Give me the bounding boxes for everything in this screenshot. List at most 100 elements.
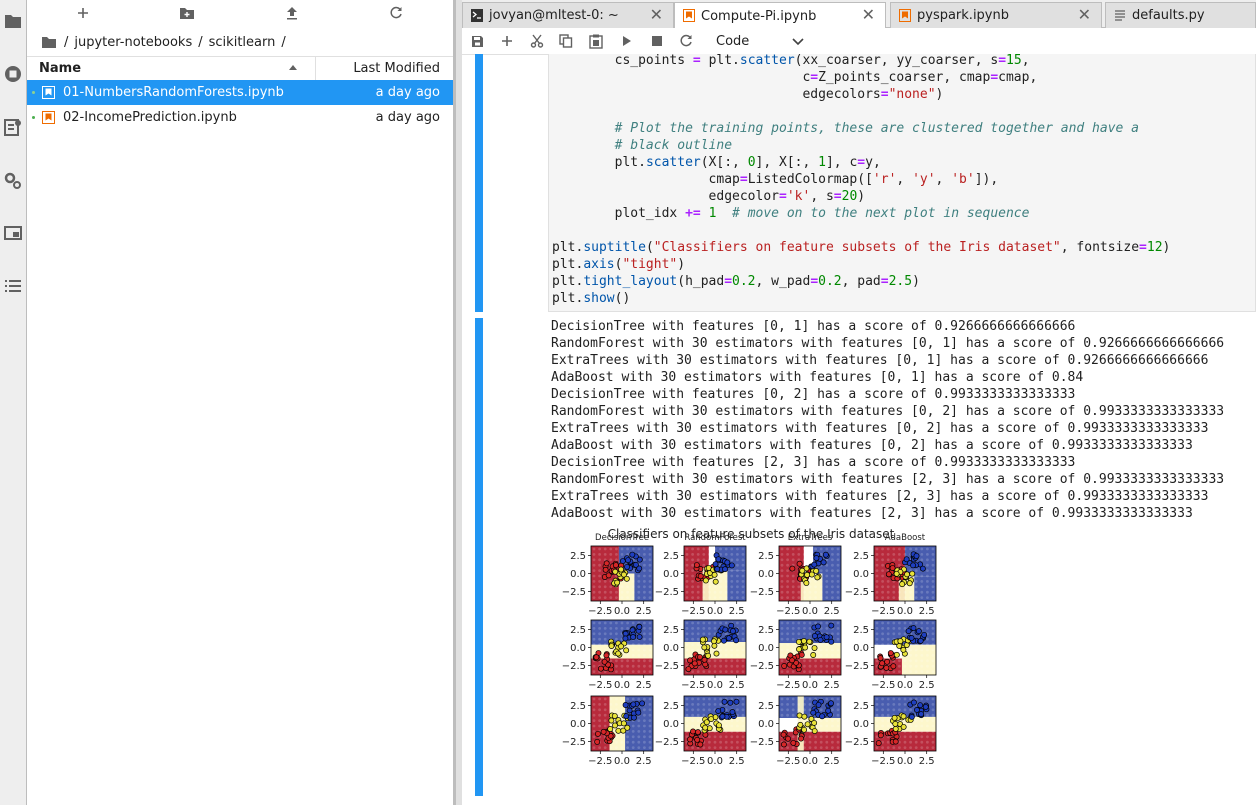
grid-point — [825, 590, 829, 594]
grid-point — [909, 621, 912, 625]
grid-point — [831, 574, 834, 578]
folder-icon[interactable] — [0, 8, 26, 34]
cut-button[interactable] — [527, 32, 547, 50]
training-point — [594, 730, 601, 737]
grid-point — [637, 648, 641, 652]
grid-point — [780, 621, 784, 625]
grid-point — [643, 670, 646, 673]
grid-point — [637, 654, 641, 657]
grid-point — [598, 621, 601, 625]
tab-compute-pi[interactable]: Compute-Pi.ipynb ✕ — [674, 2, 886, 29]
grid-point — [819, 730, 823, 733]
cell-collapser[interactable] — [475, 54, 483, 312]
code-editor[interactable]: cs_points = plt.scatter(xx_coarser, yy_c… — [548, 53, 1256, 312]
grid-point — [875, 621, 879, 625]
close-icon[interactable]: ✕ — [650, 7, 663, 23]
tab-pyspark[interactable]: pyspark.ipynb ✕ — [890, 2, 1102, 28]
grid-point — [736, 708, 739, 712]
copy-button[interactable] — [556, 32, 576, 50]
tab-defaults[interactable]: defaults.py — [1105, 2, 1256, 28]
grid-point — [730, 719, 734, 722]
folder-icon[interactable] — [41, 36, 57, 49]
x-tick-label: 0.0 — [614, 680, 630, 691]
grid-point — [626, 590, 629, 594]
grid-point — [875, 553, 879, 556]
paste-button[interactable] — [586, 32, 606, 50]
grid-point — [808, 708, 812, 712]
grid-point — [836, 659, 840, 663]
file-name: 02-IncomePrediction.ipynb — [63, 110, 237, 125]
new-launcher-button[interactable] — [68, 4, 98, 22]
grid-point — [875, 632, 879, 636]
grid-point — [931, 590, 935, 594]
grid-point — [615, 637, 618, 641]
training-point — [687, 657, 693, 664]
sort-asc-icon[interactable] — [288, 64, 298, 71]
decision-region — [901, 644, 936, 675]
tabs-icon[interactable] — [0, 220, 26, 246]
grid-point — [631, 590, 635, 594]
file-row[interactable]: 01-NumbersRandomForests.ipynb a day ago — [27, 80, 453, 105]
training-point — [702, 577, 709, 584]
running-icon[interactable] — [0, 61, 26, 87]
grid-point — [592, 632, 596, 636]
upload-button[interactable] — [277, 4, 307, 22]
restart-button[interactable] — [676, 32, 696, 50]
grid-point — [791, 724, 795, 728]
grid-point — [615, 746, 618, 749]
breadcrumb-jupyter-notebooks[interactable]: jupyter-notebooks — [74, 35, 192, 50]
stop-button[interactable] — [647, 32, 667, 50]
grid-point — [886, 627, 890, 630]
grid-point — [648, 574, 652, 578]
commands-icon[interactable] — [0, 114, 26, 140]
cell-type-select[interactable]: Code — [716, 31, 808, 51]
grid-point — [603, 621, 607, 625]
grid-point — [797, 585, 801, 589]
grid-point — [691, 648, 694, 652]
grid-point — [909, 659, 912, 663]
grid-point — [920, 659, 924, 663]
refresh-button[interactable] — [381, 4, 411, 22]
main-area: jovyan@mltest-0: ~ ✕ Compute-Pi.ipynb ✕ … — [462, 0, 1256, 805]
grid-point — [819, 659, 823, 663]
training-point — [608, 717, 615, 724]
grid-point — [691, 719, 694, 722]
insert-cell-button[interactable] — [497, 32, 517, 50]
settings-icon[interactable] — [0, 167, 26, 193]
grid-point — [898, 659, 901, 663]
file-row[interactable]: 02-IncomePrediction.ipynb a day ago — [27, 105, 453, 130]
close-icon[interactable]: ✕ — [1078, 7, 1091, 23]
output-collapser[interactable] — [475, 318, 483, 796]
grid-point — [831, 580, 834, 583]
toc-icon[interactable] — [0, 273, 26, 299]
grid-point — [708, 632, 711, 636]
close-icon[interactable]: ✕ — [862, 7, 875, 23]
grid-point — [931, 585, 935, 589]
tab-terminal[interactable]: jovyan@mltest-0: ~ ✕ — [462, 2, 674, 28]
grid-point — [626, 659, 629, 663]
grid-point — [719, 553, 722, 556]
grid-point — [931, 547, 935, 551]
name-column-header[interactable]: Name — [27, 57, 316, 80]
grid-point — [736, 659, 739, 663]
training-point — [900, 646, 907, 653]
grid-point — [637, 664, 641, 668]
grid-point — [791, 735, 795, 739]
grid-point — [892, 708, 896, 712]
file-browser: / jupyter-notebooks / scikitlearn / Name… — [27, 0, 453, 805]
output-text: DecisionTree with features [0, 1] has a … — [551, 318, 1251, 522]
grid-point — [831, 664, 834, 668]
breadcrumb-scikitlearn[interactable]: scikitlearn — [209, 35, 276, 50]
grid-point — [808, 664, 812, 668]
new-folder-button[interactable] — [172, 4, 202, 22]
save-button[interactable] — [467, 32, 487, 50]
grid-point — [836, 596, 840, 599]
modified-column-header[interactable]: Last Modified — [316, 57, 453, 80]
run-button[interactable] — [617, 32, 637, 50]
grid-point — [598, 632, 601, 636]
grid-point — [724, 574, 728, 578]
training-point — [909, 570, 916, 577]
breadcrumb-separator: / — [64, 34, 69, 50]
grid-point — [898, 547, 901, 551]
grid-point — [814, 659, 817, 663]
